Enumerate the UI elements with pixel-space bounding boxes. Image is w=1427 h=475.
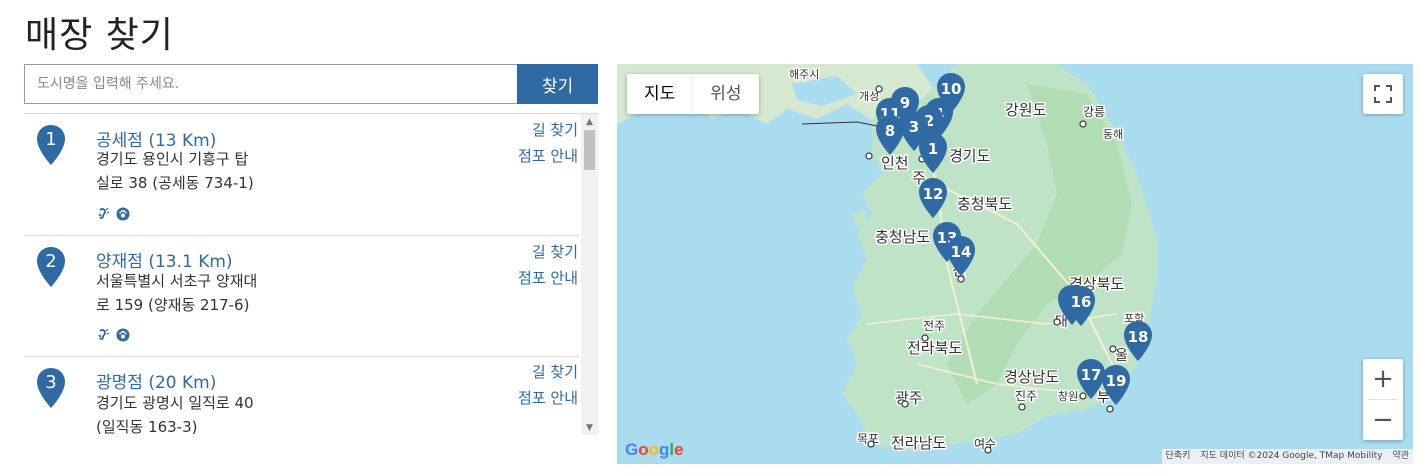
store-address-line2: 로 159 (양재동 217-6) — [96, 296, 250, 314]
map-label: 경기도 — [949, 147, 991, 165]
marker-number: 3 — [909, 118, 919, 136]
map-label: 강원도 — [1005, 101, 1047, 119]
directions-link[interactable]: 길 찾기 — [532, 361, 578, 382]
store-item: 1 공세점 (13 Km) 경기도 용인시 기흥구 탑 실로 38 (공세동 7… — [24, 114, 580, 236]
zoom-in-button[interactable]: + — [1363, 359, 1403, 399]
marker-number: 10 — [941, 80, 962, 98]
map-label: 경상남도 — [1004, 368, 1059, 386]
map-label: 광주 — [895, 389, 923, 407]
pin-number: 1 — [45, 129, 56, 150]
accessibility-icon — [96, 207, 110, 221]
map-label: 충청남도 — [875, 228, 930, 246]
pet-icon — [116, 207, 130, 221]
map-label: 전라남도 — [891, 434, 946, 452]
map-tab-satellite[interactable]: 위성 — [692, 74, 758, 114]
map-label: 동해 — [1103, 127, 1123, 141]
map-label: 인천 — [881, 154, 909, 172]
store-address-line1: 서울특별시 서초구 양재대 — [96, 272, 258, 290]
map-label: 개성 — [859, 90, 879, 103]
map-label: 충청북도 — [957, 195, 1012, 213]
map-pin-icon: 1 — [36, 124, 66, 166]
zoom-out-button[interactable]: − — [1363, 400, 1403, 440]
store-address-line1: 경기도 광명시 일직로 40 — [96, 394, 254, 412]
map-type-control: 지도 위성 — [627, 74, 759, 114]
pet-icon — [116, 328, 130, 342]
store-item: 2 양재점 (13.1 Km) 서울특별시 서초구 양재대 로 159 (양재동… — [24, 236, 580, 357]
store-info-link[interactable]: 점포 안내 — [518, 267, 578, 288]
marker-number: 18 — [1128, 328, 1149, 346]
marker-number: 17 — [1081, 366, 1102, 384]
map-label: 전라북도 — [907, 339, 962, 357]
marker-number: 19 — [1106, 372, 1127, 390]
map-data-credit: 지도 데이터 ©2024 Google, TMap Mobility — [1200, 451, 1383, 461]
search-input[interactable] — [24, 64, 517, 104]
store-info-link[interactable]: 점포 안내 — [518, 387, 578, 408]
map-pin-icon: 3 — [36, 367, 66, 409]
map-label: 창원 — [1058, 390, 1078, 403]
google-logo: Google — [625, 440, 684, 459]
search-row: 찾기 — [24, 64, 598, 104]
store-map[interactable]: 해주시 개성 강원도 강릉 동해 인천 경기도 충청북도 충청남도 경상북도 포… — [617, 64, 1413, 464]
marker-number: 12 — [923, 185, 944, 203]
scroll-thumb[interactable] — [584, 130, 595, 170]
store-address: 경기도 용인시 기흥구 탑 실로 38 (공세동 734-1) — [96, 147, 296, 195]
store-address-line2: (일직동 163-3) — [96, 418, 198, 435]
map-pin-icon: 2 — [36, 246, 66, 288]
map-label: 전주 — [923, 319, 945, 333]
store-address: 경기도 광명시 일직로 40 (일직동 163-3) — [96, 391, 296, 435]
scroll-up-arrow-icon[interactable]: ▲ — [581, 114, 598, 130]
amenity-icons — [96, 207, 130, 221]
store-address: 서울특별시 서초구 양재대 로 159 (양재동 217-6) — [96, 269, 296, 317]
page-title: 매장 찾기 — [25, 15, 174, 56]
store-address-line1: 경기도 용인시 기흥구 탑 — [96, 150, 249, 168]
keyboard-shortcuts-link[interactable]: 단축키 — [1166, 449, 1191, 464]
amenity-icons — [96, 328, 130, 342]
store-address-line2: 실로 38 (공세동 734-1) — [96, 174, 254, 192]
directions-link[interactable]: 길 찾기 — [532, 241, 578, 262]
map-label: 울 — [1115, 348, 1128, 364]
marker-number: 16 — [1071, 293, 1092, 311]
store-name-link[interactable]: 광명점 (20 Km) — [96, 368, 216, 393]
store-info-link[interactable]: 점포 안내 — [518, 145, 578, 166]
terms-link[interactable]: 약관 — [1392, 449, 1409, 464]
store-item: 3 광명점 (20 Km) 경기도 광명시 일직로 40 (일직동 163-3)… — [24, 357, 580, 435]
marker-number: 1 — [928, 140, 938, 158]
map-tab-roadmap[interactable]: 지도 — [627, 74, 692, 114]
pin-number: 2 — [45, 251, 56, 272]
marker-number: 14 — [951, 243, 972, 261]
map-label: 진주 — [1015, 389, 1037, 403]
store-list[interactable]: 1 공세점 (13 Km) 경기도 용인시 기흥구 탑 실로 38 (공세동 7… — [24, 113, 598, 435]
pin-number: 3 — [45, 372, 56, 393]
marker-number: 8 — [885, 122, 895, 140]
search-button[interactable]: 찾기 — [517, 64, 598, 104]
map-canvas[interactable]: 해주시 개성 강원도 강릉 동해 인천 경기도 충청북도 충청남도 경상북도 포… — [617, 64, 1413, 464]
map-label: 강릉 — [1083, 105, 1105, 119]
directions-link[interactable]: 길 찾기 — [532, 119, 578, 140]
zoom-control: + − — [1363, 359, 1403, 440]
accessibility-icon — [96, 328, 110, 342]
map-label: 해주시 — [789, 67, 819, 81]
fullscreen-icon — [1374, 85, 1392, 103]
list-scrollbar[interactable]: ▲ ▼ — [581, 114, 598, 435]
scroll-down-arrow-icon[interactable]: ▼ — [581, 420, 598, 435]
fullscreen-button[interactable] — [1363, 74, 1403, 114]
map-attribution: 단축키 지도 데이터 ©2024 Google, TMap Mobility 약… — [1161, 449, 1413, 464]
